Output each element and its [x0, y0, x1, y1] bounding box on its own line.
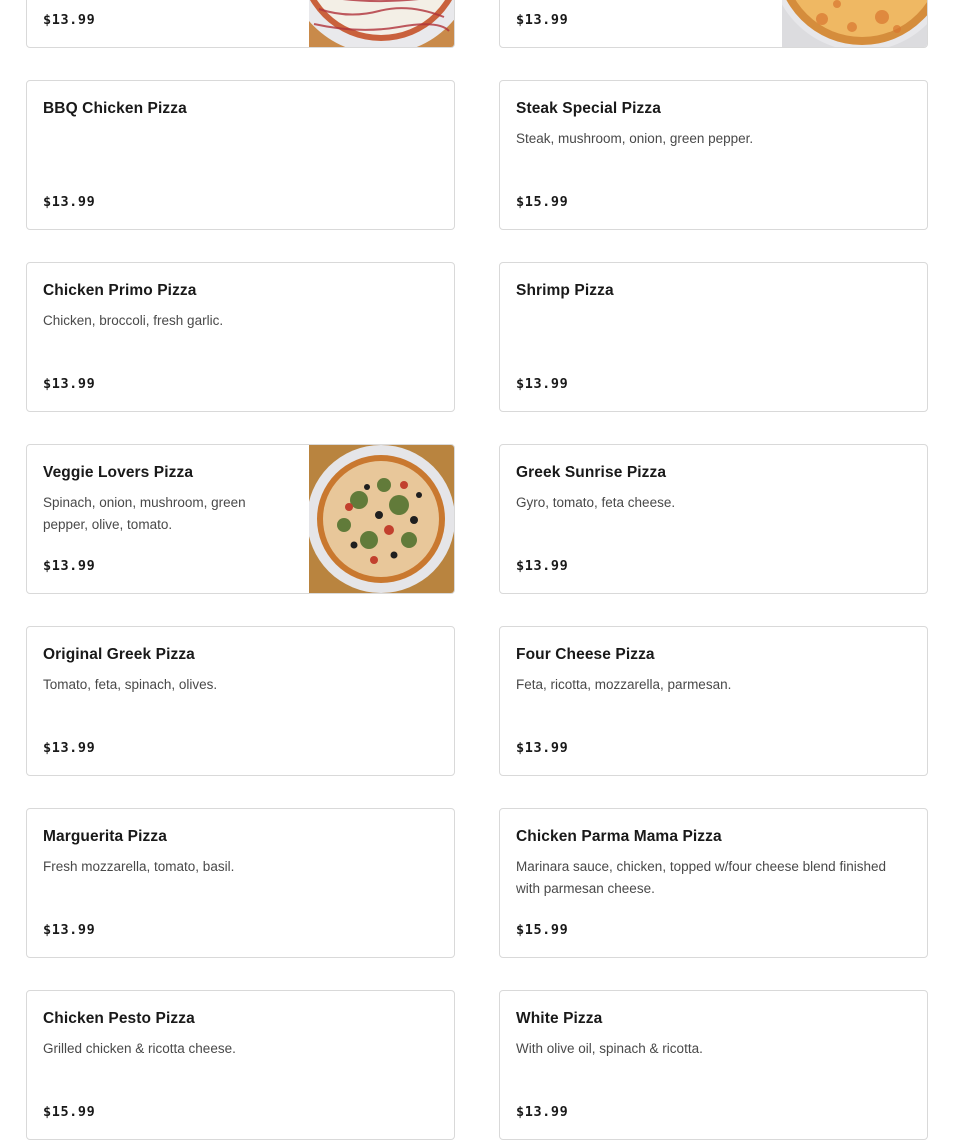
menu-item-card[interactable]: Chicken Parma Mama Pizza Marinara sauce,…: [499, 808, 928, 958]
item-price: $13.99: [43, 740, 96, 756]
item-description: Grilled chicken & ricotta cheese.: [43, 1041, 236, 1056]
item-name: Chicken Parma Mama Pizza: [516, 828, 722, 845]
item-price: $13.99: [516, 558, 569, 574]
item-price: $13.99: [43, 922, 96, 938]
item-price: $13.99: [43, 12, 96, 28]
item-price: $13.99: [516, 12, 569, 28]
menu-item-card[interactable]: $13.99: [26, 0, 455, 48]
menu-item-card[interactable]: Veggie Lovers Pizza Spinach, onion, mush…: [26, 444, 455, 594]
menu-item-card[interactable]: BBQ Chicken Pizza $13.99: [26, 80, 455, 230]
item-description: Chicken, broccoli, fresh garlic.: [43, 313, 224, 328]
item-description: Marinara sauce, chicken, topped w/four c…: [516, 859, 886, 896]
item-name: Veggie Lovers Pizza: [43, 464, 194, 481]
menu-item-card[interactable]: Chicken Primo Pizza Chicken, broccoli, f…: [26, 262, 455, 412]
menu-item-card[interactable]: Marguerita Pizza Fresh mozzarella, tomat…: [26, 808, 455, 958]
menu-item-card[interactable]: Steak Special Pizza Steak, mushroom, oni…: [499, 80, 928, 230]
item-price: $15.99: [43, 1104, 96, 1120]
item-price: $15.99: [516, 922, 569, 938]
menu-item-card[interactable]: Shrimp Pizza $13.99: [499, 262, 928, 412]
item-price: $13.99: [516, 376, 569, 392]
item-price: $13.99: [516, 740, 569, 756]
item-name: Greek Sunrise Pizza: [516, 464, 667, 481]
item-description: Gyro, tomato, feta cheese.: [516, 495, 676, 510]
menu-item-card[interactable]: Four Cheese Pizza Feta, ricotta, mozzare…: [499, 626, 928, 776]
item-price: $13.99: [43, 558, 96, 574]
item-description: Steak, mushroom, onion, green pepper.: [516, 131, 754, 146]
menu-item-card[interactable]: $13.99: [499, 0, 928, 48]
item-name: Four Cheese Pizza: [516, 646, 655, 663]
item-price: $15.99: [516, 194, 569, 210]
item-name: White Pizza: [516, 1010, 603, 1027]
item-description: Fresh mozzarella, tomato, basil.: [43, 859, 235, 874]
item-name: BBQ Chicken Pizza: [43, 100, 187, 117]
pizza-photo: [309, 0, 454, 47]
item-price: $13.99: [516, 1104, 569, 1120]
menu-item-card[interactable]: Chicken Pesto Pizza Grilled chicken & ri…: [26, 990, 455, 1140]
item-name: Steak Special Pizza: [516, 100, 661, 117]
pizza-photo: [309, 445, 454, 593]
item-name: Shrimp Pizza: [516, 282, 614, 299]
item-description: With olive oil, spinach & ricotta.: [516, 1041, 703, 1056]
item-name: Chicken Primo Pizza: [43, 282, 197, 299]
item-description: Feta, ricotta, mozzarella, parmesan.: [516, 677, 732, 692]
item-price: $13.99: [43, 376, 96, 392]
item-description: Spinach, onion, mushroom, green pepper, …: [43, 495, 246, 532]
menu-item-card[interactable]: Original Greek Pizza Tomato, feta, spina…: [26, 626, 455, 776]
pizza-photo: [782, 0, 927, 47]
item-name: Original Greek Pizza: [43, 646, 195, 663]
menu-item-card[interactable]: Greek Sunrise Pizza Gyro, tomato, feta c…: [499, 444, 928, 594]
menu-item-card[interactable]: White Pizza With olive oil, spinach & ri…: [499, 990, 928, 1140]
item-description: Tomato, feta, spinach, olives.: [43, 677, 218, 692]
item-name: Chicken Pesto Pizza: [43, 1010, 195, 1027]
item-price: $13.99: [43, 194, 96, 210]
item-name: Marguerita Pizza: [43, 828, 167, 845]
